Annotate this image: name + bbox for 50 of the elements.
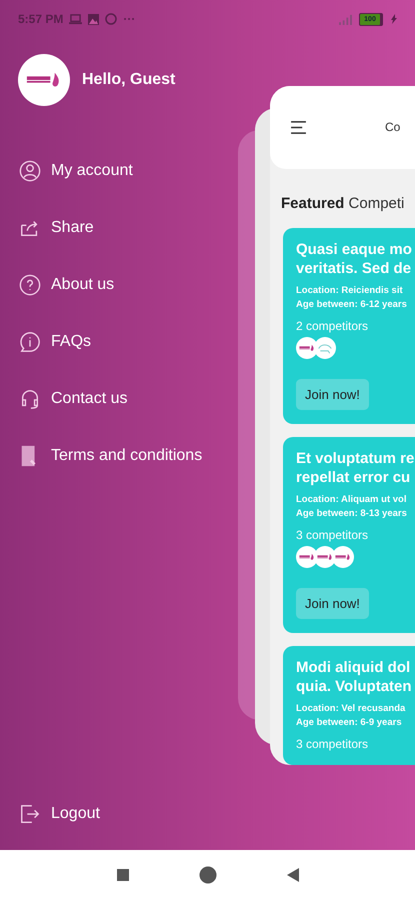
charging-icon [391, 14, 397, 24]
headset-icon [19, 388, 41, 410]
logout-icon [19, 803, 41, 825]
info-bubble-icon [19, 330, 41, 352]
more-indicator: ··· [123, 12, 136, 26]
menu-item[interactable]: Contact us [0, 370, 146, 427]
card-age: Age between: 6-12 years [296, 298, 408, 312]
image-icon [88, 14, 100, 24]
menu-item[interactable]: About us [0, 256, 134, 313]
header-title: Co [385, 120, 400, 134]
card-age: Age between: 8-13 years [296, 507, 408, 521]
card-age: Age between: 6-9 years [296, 716, 403, 730]
card-location: Location: Aliquam ut vol [296, 493, 408, 507]
competition-card[interactable]: Quasi eaque mo veritatis. Sed de Location: Reiciendis sit Age between: 6-12 years 2 competitors Join now! [283, 228, 415, 424]
card-location: Location: Reiciendis sit [296, 284, 404, 298]
competition-card[interactable]: Et voluptatum re repellat error cu Location: Aliquam ut vol Age between: 8-13 years 3 competitors Join now! [283, 437, 415, 633]
recent-apps-icon[interactable] [116, 869, 128, 881]
logo-icon [335, 553, 351, 561]
status-time: 5:57 PM [18, 12, 64, 26]
menu-item[interactable]: Share [0, 199, 113, 256]
logo-icon [299, 553, 315, 561]
greeting: Hello, Guest [82, 71, 176, 89]
home-icon[interactable] [198, 866, 216, 884]
user-icon [19, 160, 41, 182]
competitor-count: 2 competitors [296, 319, 370, 333]
question-icon [19, 274, 41, 296]
logo-icon [299, 344, 315, 352]
menu-item[interactable]: Terms and conditions [0, 427, 222, 484]
menu-item[interactable]: FAQs [0, 313, 110, 370]
competitor-count: 3 competitors [296, 528, 370, 542]
card-title: repellat error cu [296, 468, 412, 487]
signal-icon [338, 14, 353, 24]
menu-item[interactable]: My account [0, 142, 152, 199]
laptop-icon [69, 14, 82, 24]
logo-icon [317, 553, 333, 561]
competitor-count: 3 competitors [296, 737, 370, 751]
sketch-icon [317, 342, 333, 354]
chat-icon [105, 13, 118, 25]
card-title: Quasi eaque mo [296, 240, 413, 259]
join-button[interactable]: Join now! [296, 588, 369, 619]
card-title: Et voluptatum re [296, 449, 415, 468]
card-location: Location: Vel recusanda [296, 702, 406, 716]
card-title: quia. Voluptaten [296, 677, 413, 696]
back-icon[interactable] [286, 868, 298, 882]
section-title: Featured Competi [280, 194, 406, 214]
menu-icon[interactable] [290, 120, 307, 134]
card-title: Modi aliquid dol [296, 658, 412, 677]
card-title: veritatis. Sed de [296, 259, 412, 278]
join-button[interactable]: Join now! [296, 379, 369, 410]
logout-item[interactable]: Logout [0, 786, 119, 842]
